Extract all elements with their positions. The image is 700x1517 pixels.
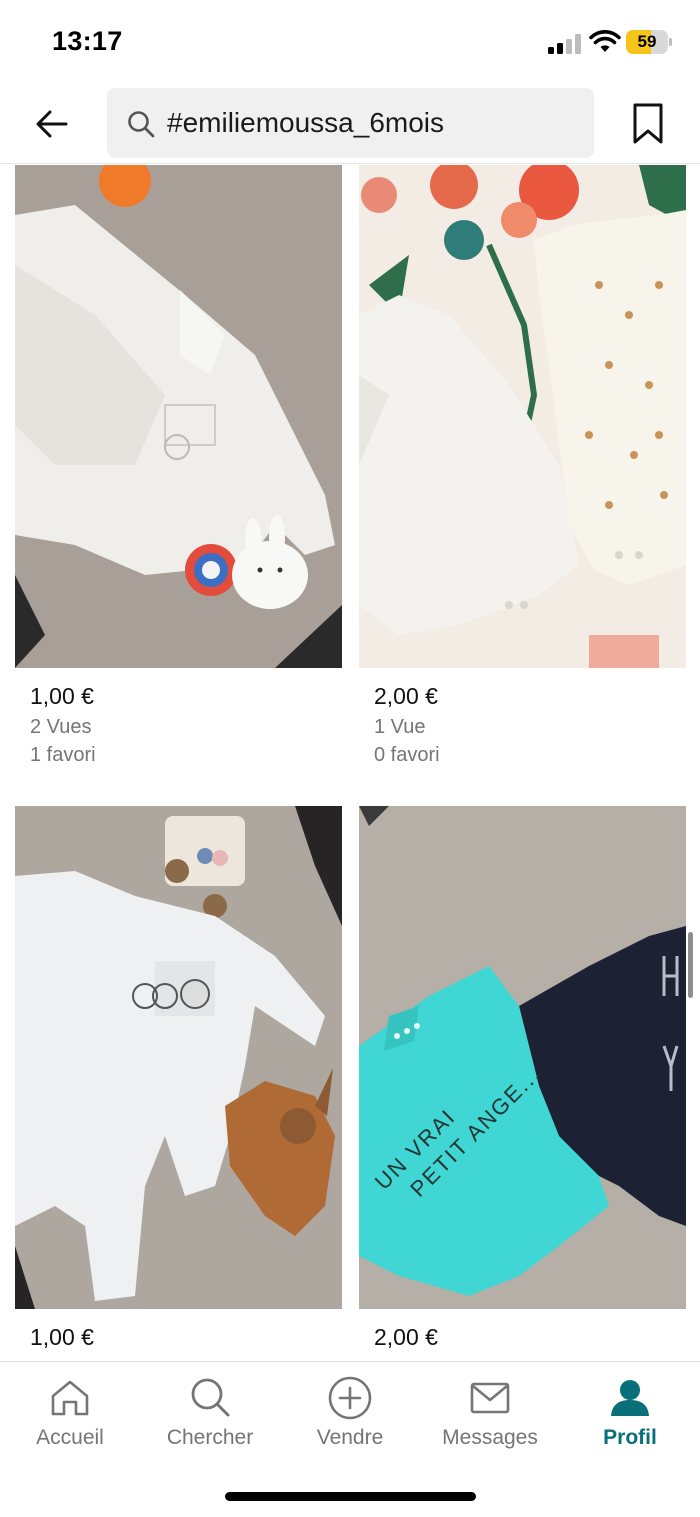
search-query: #emiliemoussa_6mois — [167, 107, 445, 138]
nav-label: Profil — [603, 1426, 657, 1449]
bottom-navigation: Accueil Chercher Vendre Messages Profil — [0, 1361, 700, 1517]
arrow-left-icon — [36, 110, 68, 138]
bookmark-icon — [633, 103, 663, 144]
battery-level: 59 — [637, 32, 657, 51]
item-favorites: 0 favori — [374, 744, 440, 766]
home-indicator[interactable] — [225, 1492, 476, 1501]
item-photo[interactable] — [15, 165, 342, 668]
item-price: 2,00 € — [374, 683, 438, 709]
cellular-signal-icon — [548, 34, 582, 54]
wifi-icon — [589, 30, 621, 52]
nav-item-chercher[interactable]: Chercher — [140, 1362, 280, 1462]
item-price: 2,00 € — [374, 1324, 438, 1350]
item-views: 2 Vues — [30, 716, 92, 738]
item-views: 1 Vue — [374, 716, 426, 738]
nav-label: Accueil — [36, 1426, 104, 1449]
search-results-grid[interactable]: 1,00 € 2 Vues 1 favori 2,00 € 1 Vue 0 fa… — [0, 165, 700, 1361]
nav-label: Vendre — [316, 1426, 384, 1449]
item-photo-image — [15, 806, 342, 1309]
item-price: 1,00 € — [30, 683, 94, 709]
search-icon — [191, 1378, 230, 1417]
nav-item-profil[interactable]: Profil — [560, 1362, 700, 1462]
profile-icon — [611, 1380, 649, 1416]
back-button[interactable] — [30, 102, 74, 146]
search-icon — [128, 111, 155, 138]
item-photo[interactable] — [359, 165, 686, 668]
item-favorites: 1 favori — [30, 744, 96, 766]
status-time: 13:17 — [52, 26, 123, 56]
item-photo[interactable] — [15, 806, 342, 1309]
plus-circle-icon — [328, 1376, 372, 1420]
item-photo-image: UN VRAIPETIT ANGE... — [359, 806, 686, 1309]
item-photo-image — [15, 165, 342, 668]
item-photo-image — [359, 165, 686, 668]
item-photo[interactable]: UN VRAIPETIT ANGE... — [359, 806, 686, 1309]
status-bar: 13:17 59 — [0, 0, 700, 84]
nav-label: Messages — [442, 1426, 538, 1449]
scroll-indicator[interactable] — [688, 932, 693, 998]
nav-label: Chercher — [166, 1426, 254, 1449]
home-icon — [51, 1380, 89, 1416]
nav-item-messages[interactable]: Messages — [420, 1362, 560, 1462]
item-price: 1,00 € — [30, 1324, 94, 1350]
mail-icon — [470, 1382, 510, 1414]
search-input[interactable]: #emiliemoussa_6mois — [107, 88, 594, 158]
save-search-button[interactable] — [628, 100, 668, 148]
battery-icon: 59 — [626, 30, 672, 54]
nav-item-accueil[interactable]: Accueil — [0, 1362, 140, 1462]
search-header: #emiliemoussa_6mois — [0, 84, 700, 164]
nav-item-vendre[interactable]: Vendre — [280, 1362, 420, 1462]
